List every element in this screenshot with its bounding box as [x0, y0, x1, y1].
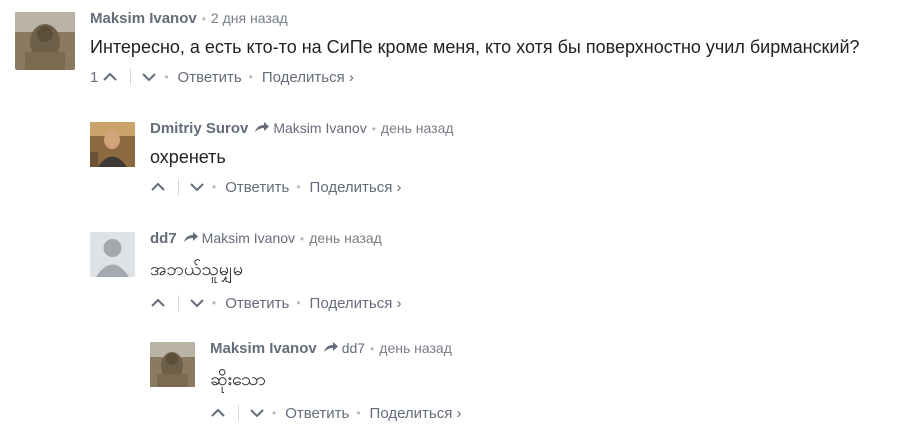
downvote-button[interactable]	[141, 69, 157, 85]
share-button[interactable]: Поделиться ›	[370, 405, 462, 422]
vote-divider	[178, 179, 179, 195]
separator-dot: •	[300, 232, 305, 246]
reply-button[interactable]: Ответить	[285, 405, 349, 422]
chevron-up-icon	[151, 182, 165, 191]
vote-divider	[178, 295, 179, 311]
chevron-up-icon	[103, 72, 118, 81]
comment-footer: • Ответить • Поделиться ›	[210, 403, 462, 423]
chevron-down-icon	[250, 409, 264, 418]
avatar[interactable]	[90, 122, 135, 177]
comment-header: Maksim Ivanov • 2 дня назад	[90, 10, 860, 30]
upvote-count: 1	[90, 68, 99, 86]
chevron-up-icon	[151, 298, 165, 307]
author-name[interactable]: Maksim Ivanov	[210, 340, 317, 357]
separator-dot: •	[296, 180, 301, 194]
separator-dot: •	[370, 342, 375, 356]
reply-arrow-icon	[323, 340, 339, 356]
timestamp[interactable]: день назад	[381, 120, 454, 136]
comment-header: dd7 Maksim Ivanov • день назад	[150, 230, 402, 250]
comment-footer: • Ответить • Поделиться ›	[150, 293, 402, 313]
upvote-button[interactable]	[102, 69, 118, 85]
separator-dot: •	[371, 122, 376, 136]
reply-arrow-icon	[254, 120, 270, 136]
sculpture-avatar-image	[15, 12, 75, 70]
separator-dot: •	[164, 70, 169, 84]
upvote-button[interactable]	[150, 295, 166, 311]
share-button[interactable]: Поделиться ›	[310, 295, 402, 312]
downvote-button[interactable]	[189, 295, 205, 311]
reply-to-author[interactable]: dd7	[342, 340, 365, 356]
separator-dot: •	[212, 296, 217, 310]
author-name[interactable]: dd7	[150, 230, 177, 247]
avatar[interactable]	[150, 342, 195, 397]
comment: Maksim Ivanov • 2 дня назад Интересно, а…	[15, 10, 860, 87]
chevron-down-icon	[190, 299, 204, 308]
reply-button[interactable]: Ответить	[178, 69, 242, 86]
separator-dot: •	[248, 70, 253, 84]
reply-button[interactable]: Ответить	[225, 179, 289, 196]
comment-text: охренеть	[150, 147, 226, 167]
person-avatar-image	[90, 122, 135, 167]
avatar[interactable]	[15, 12, 75, 70]
comment: dd7 Maksim Ivanov • день назад အဘယ်သူမျှ…	[90, 230, 402, 313]
author-name[interactable]: Dmitriy Surov	[150, 120, 248, 137]
timestamp[interactable]: день назад	[309, 230, 382, 246]
comment-text: ဆိုးသော	[210, 369, 266, 389]
reply-arrow-icon	[183, 230, 199, 246]
timestamp[interactable]: 2 дня назад	[211, 10, 288, 26]
comment: Dmitriy Surov Maksim Ivanov • день назад…	[90, 120, 454, 197]
reply-to-author[interactable]: Maksim Ivanov	[273, 120, 366, 136]
comment-text: အဘယ်သူမျှမ	[150, 259, 243, 279]
separator-dot: •	[212, 180, 217, 194]
separator-dot: •	[296, 296, 301, 310]
downvote-button[interactable]	[249, 405, 265, 421]
reply-button[interactable]: Ответить	[225, 295, 289, 312]
reply-to-author[interactable]: Maksim Ivanov	[202, 230, 295, 246]
avatar[interactable]	[90, 232, 135, 287]
author-name[interactable]: Maksim Ivanov	[90, 10, 197, 27]
vote-divider	[238, 405, 239, 421]
chevron-down-icon	[142, 73, 157, 82]
separator-dot: •	[272, 406, 277, 420]
default-user-icon	[90, 232, 135, 277]
downvote-button[interactable]	[189, 179, 205, 195]
comment: Maksim Ivanov dd7 • день назад ဆိုးသော •…	[150, 340, 462, 423]
share-button[interactable]: Поделиться ›	[262, 69, 354, 86]
sculpture-avatar-image	[150, 342, 195, 387]
timestamp[interactable]: день назад	[379, 340, 452, 356]
share-button[interactable]: Поделиться ›	[310, 179, 402, 196]
separator-dot: •	[356, 406, 361, 420]
vote-divider	[130, 69, 132, 85]
separator-dot: •	[201, 12, 206, 26]
comment-header: Dmitriy Surov Maksim Ivanov • день назад	[150, 120, 454, 140]
comment-footer: • Ответить • Поделиться ›	[150, 177, 454, 197]
chevron-down-icon	[190, 183, 204, 192]
chevron-up-icon	[211, 408, 225, 417]
comment-header: Maksim Ivanov dd7 • день назад	[210, 340, 462, 360]
upvote-button[interactable]	[150, 179, 166, 195]
comment-footer: 1 • Ответить • Поделиться ›	[90, 67, 860, 87]
upvote-button[interactable]	[210, 405, 226, 421]
comment-text: Интересно, а есть кто-то на СиПе кроме м…	[90, 37, 860, 57]
